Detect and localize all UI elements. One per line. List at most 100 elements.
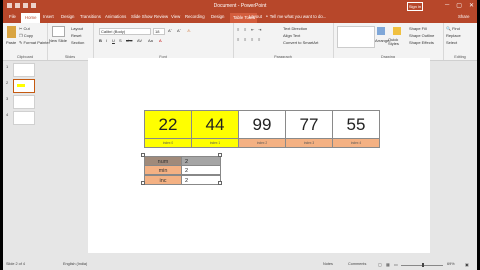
normal-view-icon[interactable]: ▢ bbox=[378, 262, 382, 267]
paste-button[interactable]: Paste bbox=[6, 40, 16, 45]
drawing-group: Arrange Quick Styles Shape Fill Shape Ou… bbox=[333, 23, 444, 60]
numbering-icon[interactable]: ≡ bbox=[244, 27, 246, 32]
font-group: Calibri (Body) 18 Aˆ Aˇ ⚠ B I U S abc AV… bbox=[93, 23, 234, 60]
strikethrough-button[interactable]: abc bbox=[126, 38, 132, 43]
variable-name-cell[interactable]: min bbox=[144, 165, 182, 175]
copy-button[interactable]: ❐ Copy bbox=[19, 33, 33, 38]
font-size-dropdown[interactable]: 18 bbox=[153, 28, 165, 35]
ribbon: Paste ✂ Cut ❐ Copy ✎ Format Painter Clip… bbox=[3, 23, 477, 61]
select-button[interactable]: Select bbox=[446, 40, 457, 45]
tab-transitions[interactable]: Transitions bbox=[80, 14, 101, 19]
slide-canvas[interactable]: 22 index 0 44 index 1 99 index 2 77 inde… bbox=[88, 58, 430, 253]
array-cell-value: 77 bbox=[286, 111, 332, 138]
tab-view[interactable]: View bbox=[171, 14, 180, 19]
variable-name-cell[interactable]: inc bbox=[144, 175, 182, 185]
maximize-button[interactable]: ▢ bbox=[456, 2, 462, 9]
array-cell-index: index 3 bbox=[286, 138, 332, 147]
justify-icon[interactable]: ≡ bbox=[258, 37, 260, 42]
change-case-icon[interactable]: Aa bbox=[148, 38, 153, 43]
tab-table-layout[interactable]: Layout bbox=[249, 14, 262, 19]
layout-button[interactable]: Layout bbox=[71, 26, 83, 31]
reading-view-icon[interactable]: ▭ bbox=[394, 262, 398, 267]
slide-thumbnail-4[interactable] bbox=[13, 111, 35, 125]
quick-styles-button[interactable]: Quick Styles bbox=[388, 38, 406, 46]
tab-recording[interactable]: Recording bbox=[185, 14, 205, 19]
align-right-icon[interactable]: ≡ bbox=[251, 37, 253, 42]
tab-slide-show[interactable]: Slide Show bbox=[131, 14, 153, 19]
align-center-icon[interactable]: ≡ bbox=[244, 37, 246, 42]
minimize-button[interactable]: ─ bbox=[445, 2, 449, 9]
comments-button[interactable]: Comments bbox=[348, 262, 366, 266]
slide-thumbnail-1[interactable] bbox=[13, 63, 35, 77]
selection-handle[interactable] bbox=[218, 181, 222, 185]
shape-effects-button[interactable]: Shape Effects bbox=[409, 40, 434, 45]
quick-styles-icon bbox=[393, 27, 401, 35]
thumbnail-number: 1 bbox=[6, 64, 9, 69]
replace-button[interactable]: Replace bbox=[446, 33, 461, 38]
tab-insert[interactable]: Insert bbox=[43, 14, 54, 19]
convert-smartart-button[interactable]: Convert to SmartArt bbox=[283, 40, 318, 45]
notes-button[interactable]: Notes bbox=[323, 262, 333, 266]
tell-me-box[interactable]: ⚬ Tell me what you want to do... bbox=[265, 14, 326, 20]
slide-counter: Slide 2 of 4 bbox=[6, 262, 25, 266]
bullets-icon[interactable]: ≡ bbox=[237, 27, 239, 32]
bold-button[interactable]: B bbox=[99, 38, 102, 43]
slide-sorter-icon[interactable]: ▦ bbox=[386, 262, 390, 267]
format-painter-button[interactable]: ✎ Format Painter bbox=[19, 40, 50, 45]
font-color-icon[interactable]: A bbox=[159, 38, 162, 43]
font-name-dropdown[interactable]: Calibri (Body) bbox=[99, 28, 151, 35]
shadow-button[interactable]: S bbox=[119, 38, 122, 43]
array-cell[interactable]: 55 index 4 bbox=[332, 110, 380, 148]
powerpoint-window: Document - PowerPoint Sign in ─ ▢ ✕ File… bbox=[3, 0, 477, 270]
reset-button[interactable]: Reset bbox=[71, 33, 81, 38]
tab-animations[interactable]: Animations bbox=[105, 14, 126, 19]
zoom-level[interactable]: 69% bbox=[447, 262, 455, 266]
find-button[interactable]: 🔍 Find bbox=[446, 26, 460, 31]
selection-handle[interactable] bbox=[218, 153, 222, 157]
italic-button[interactable]: I bbox=[106, 38, 107, 43]
underline-button[interactable]: U bbox=[112, 38, 115, 43]
new-slide-button[interactable]: New Slide bbox=[49, 39, 69, 43]
array-cell[interactable]: 44 index 1 bbox=[191, 110, 239, 148]
decrease-indent-icon[interactable]: ⇤ bbox=[251, 27, 254, 32]
variable-value-cell[interactable]: 2 bbox=[182, 165, 221, 175]
slide-thumbnail-3[interactable] bbox=[13, 95, 35, 109]
section-button[interactable]: Section bbox=[71, 40, 84, 45]
selection-handle[interactable] bbox=[141, 153, 145, 157]
text-direction-button[interactable]: Text Direction bbox=[283, 26, 307, 31]
slide-thumbnail-2[interactable] bbox=[13, 79, 35, 93]
grow-font-icon[interactable]: Aˆ bbox=[168, 28, 172, 33]
shape-outline-button[interactable]: Shape Outline bbox=[409, 33, 434, 38]
shrink-font-icon[interactable]: Aˇ bbox=[177, 28, 181, 33]
share-button[interactable]: Share bbox=[458, 14, 469, 19]
clear-formatting-icon[interactable]: ⚠ bbox=[187, 28, 191, 33]
ribbon-tab-bar: File Home Insert Design Transitions Anim… bbox=[3, 12, 477, 23]
tab-review[interactable]: Review bbox=[154, 14, 168, 19]
cut-button[interactable]: ✂ Cut bbox=[19, 26, 30, 31]
tab-table-design[interactable]: Design bbox=[211, 14, 224, 19]
array-cell-value: 55 bbox=[333, 111, 379, 138]
variables-table[interactable]: num 2 min 2 inc 2 bbox=[141, 153, 222, 186]
char-spacing-icon[interactable]: AV bbox=[137, 38, 142, 43]
tab-home[interactable]: Home bbox=[21, 13, 41, 23]
align-text-button[interactable]: Align Text bbox=[283, 33, 300, 38]
array-cell[interactable]: 77 index 3 bbox=[285, 110, 333, 148]
align-left-icon[interactable]: ≡ bbox=[237, 37, 239, 42]
status-bar: Slide 2 of 4 English (India) Notes Comme… bbox=[3, 260, 477, 270]
tab-design[interactable]: Design bbox=[61, 14, 74, 19]
tab-file[interactable]: File bbox=[9, 14, 16, 19]
array-cell[interactable]: 99 index 2 bbox=[238, 110, 286, 148]
fit-slide-icon[interactable]: ▣ bbox=[465, 262, 469, 267]
increase-indent-icon[interactable]: ⇥ bbox=[258, 27, 261, 32]
variable-value-cell[interactable]: 2 bbox=[182, 175, 221, 185]
language-indicator[interactable]: English (India) bbox=[63, 262, 87, 266]
window-title: Document - PowerPoint bbox=[213, 3, 267, 9]
array-cell[interactable]: 22 index 0 bbox=[144, 110, 192, 148]
close-button[interactable]: ✕ bbox=[469, 2, 474, 9]
shape-fill-button[interactable]: Shape Fill bbox=[409, 26, 427, 31]
shapes-gallery[interactable] bbox=[337, 26, 375, 48]
zoom-slider-thumb[interactable] bbox=[422, 263, 424, 267]
selection-handle[interactable] bbox=[141, 181, 145, 185]
sign-in-button[interactable]: Sign in bbox=[407, 2, 423, 11]
array-cell-index: index 0 bbox=[145, 138, 191, 147]
